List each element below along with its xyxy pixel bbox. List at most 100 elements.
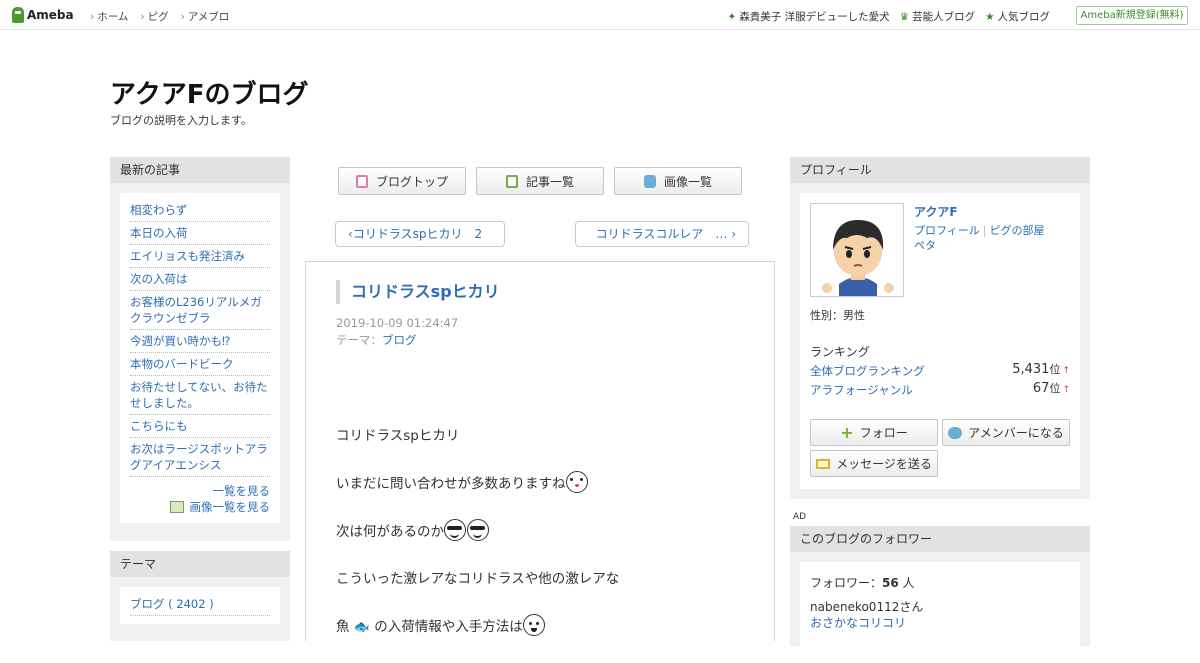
follow-button[interactable]: + フォロー bbox=[810, 419, 938, 446]
article-line: 魚 🐟 の入荷情報や入手方法は bbox=[336, 614, 619, 640]
image-list-label: 画像一覧を見る bbox=[189, 500, 271, 514]
theme-list: ブログ ( 2402 ) bbox=[130, 593, 270, 616]
message-button[interactable]: メッセージを送る bbox=[810, 450, 938, 477]
tab-blog-top-label: ブログトップ bbox=[375, 174, 448, 189]
list-item[interactable]: エイリョスも発注済み bbox=[130, 245, 270, 268]
prev-article-button[interactable]: ‹コリドラスspヒカリ 2 bbox=[335, 221, 505, 247]
header-link-popular-label: 人気ブログ bbox=[997, 11, 1051, 23]
article-list-icon bbox=[505, 174, 518, 188]
rank-overall-link[interactable]: 全体ブログランキング bbox=[810, 364, 925, 378]
article-body: コリドラスspヒカリ いまだに問い合わせが多数ありますね 次は何があるのか こう… bbox=[336, 424, 619, 663]
avatar[interactable] bbox=[810, 203, 904, 297]
rank-row-genre: アラフォージャンル 67位 ↑ bbox=[810, 381, 1070, 398]
list-item[interactable]: お待たせしてない、お待たせしました。 bbox=[130, 376, 270, 415]
followers-box: このブログのフォロワー フォロワー：56 人 nabeneko0112さん おさ… bbox=[790, 526, 1090, 652]
amember-button[interactable]: アメンバーになる bbox=[942, 419, 1070, 446]
next-article-label: コリドラスコルレア … bbox=[595, 227, 728, 241]
header-link-celebrity-label: 芸能人ブログ bbox=[912, 11, 976, 23]
tab-blog-top[interactable]: ブログトップ bbox=[338, 167, 466, 195]
header-link-trending-label: 森貴美子 洋服デビューした愛犬 bbox=[739, 11, 890, 23]
list-item[interactable]: お次はラージスポットアラグアイアエンシス bbox=[130, 438, 270, 477]
blush-emoji-icon bbox=[565, 471, 588, 493]
ameba-logo[interactable]: Ameba bbox=[12, 7, 74, 23]
list-item[interactable]: お客様のL236リアルメガクラウンゼブラ bbox=[130, 291, 270, 330]
logo-text: Ameba bbox=[27, 8, 74, 22]
blog-top-icon bbox=[355, 174, 368, 188]
latest-articles-box: 最新の記事 相変わらず 本日の入荷 エイリョスも発注済み 次の入荷は お客様のL… bbox=[110, 157, 290, 541]
list-item[interactable]: こちらにも bbox=[130, 415, 270, 438]
profile-box: プロフィール アクアF プロフィール | ピグの部屋 ペタ 性別：男性 ランキン… bbox=[790, 157, 1090, 499]
article-theme-link[interactable]: ブログ bbox=[382, 333, 417, 347]
follower-count-value: 56 bbox=[882, 576, 899, 590]
ad-label: AD bbox=[793, 512, 807, 522]
sunglasses-emoji-icon bbox=[444, 519, 466, 541]
nav-ameblo[interactable]: アメブロ bbox=[181, 9, 229, 24]
see-all-link[interactable]: 一覧を見る bbox=[130, 483, 271, 499]
image-list-link[interactable]: 画像一覧を見る bbox=[130, 499, 270, 515]
theme-box: テーマ ブログ ( 2402 ) bbox=[110, 551, 290, 641]
ranking-heading: ランキング bbox=[810, 345, 870, 359]
article-line-text: いまだに問い合わせが多数ありますね bbox=[336, 476, 566, 492]
header-link-celebrity[interactable]: ♛ 芸能人ブログ bbox=[900, 9, 975, 24]
follower-count-unit: 人 bbox=[898, 576, 915, 590]
arrow-up-icon: ↑ bbox=[1062, 385, 1070, 395]
profile-name[interactable]: アクアF bbox=[914, 203, 958, 220]
pig-room-link[interactable]: ピグの部屋 bbox=[990, 224, 1045, 237]
list-item[interactable]: 今週が買い時かも⁉ bbox=[130, 330, 270, 353]
blog-tabs: ブログトップ 記事一覧 画像一覧 bbox=[338, 167, 742, 195]
list-item[interactable]: 次の入荷は bbox=[130, 268, 270, 291]
follower-count-label: フォロワー： bbox=[810, 576, 883, 590]
crown-icon: ♛ bbox=[899, 11, 910, 23]
tab-image-list[interactable]: 画像一覧 bbox=[614, 167, 742, 195]
rank-overall-value: 5,431位 ↑ bbox=[1012, 361, 1070, 377]
list-item[interactable]: 本日の入荷 bbox=[130, 222, 270, 245]
article-line: こういった激レアなコリドラスや他の激レアな bbox=[336, 571, 620, 587]
blog-description: ブログの説明を入力します。 bbox=[110, 114, 252, 127]
header-link-popular[interactable]: ★ 人気ブログ bbox=[985, 9, 1050, 24]
list-item[interactable]: 本物のバードビーク bbox=[130, 353, 270, 376]
tab-article-list[interactable]: 記事一覧 bbox=[476, 167, 604, 195]
article-line-text: 次は何があるのか bbox=[336, 524, 444, 540]
prev-article-label: コリドラスspヒカリ 2 bbox=[352, 227, 483, 241]
next-article-button[interactable]: コリドラスコルレア … › bbox=[575, 221, 749, 247]
article-line: 次は何があるのか bbox=[336, 519, 619, 544]
article-line: いまだに問い合わせが多数ありますね bbox=[336, 471, 619, 496]
header-links: ✦ 森貴美子 洋服デビューした愛犬 ♛ 芸能人ブログ ★ 人気ブログ bbox=[728, 9, 1051, 24]
blog-title[interactable]: アクアFのブログ bbox=[110, 74, 308, 111]
follow-button-label: フォロー bbox=[859, 426, 908, 440]
article: コリドラスspヒカリ 2019-10-09 01:24:47 テーマ：ブログ コ… bbox=[305, 261, 775, 641]
follower-blog-link[interactable]: おさかなコリコリ bbox=[810, 614, 906, 631]
profile-link[interactable]: プロフィール bbox=[914, 224, 980, 237]
rank-overall-unit: 位 bbox=[1049, 363, 1061, 376]
profile-gender: 性別：男性 bbox=[810, 309, 865, 322]
followers-heading: このブログのフォロワー bbox=[790, 526, 1090, 552]
rank-genre-link[interactable]: アラフォージャンル bbox=[810, 383, 913, 397]
profile-heading: プロフィール bbox=[790, 157, 1090, 183]
theme-body: ブログ ( 2402 ) bbox=[120, 587, 280, 624]
peta-link[interactable]: ペタ bbox=[914, 239, 936, 252]
tab-image-list-label: 画像一覧 bbox=[663, 174, 712, 189]
plus-icon: + bbox=[840, 423, 854, 442]
article-theme-label: テーマ： bbox=[336, 333, 382, 347]
tab-article-list-label: 記事一覧 bbox=[525, 174, 574, 189]
theme-item-blog[interactable]: ブログ ( 2402 ) bbox=[130, 593, 270, 616]
star-icon: ★ bbox=[985, 11, 995, 23]
latest-articles-body: 相変わらず 本日の入荷 エイリョスも発注済み 次の入荷は お客様のL236リアル… bbox=[120, 193, 280, 523]
follower-name: nabeneko0112さん bbox=[810, 600, 924, 614]
article-title[interactable]: コリドラスspヒカリ bbox=[336, 280, 500, 304]
nav-home[interactable]: ホーム bbox=[90, 9, 128, 24]
image-list-icon bbox=[169, 501, 184, 513]
fish-icon: 🐟 bbox=[353, 620, 370, 635]
header-link-trending[interactable]: ✦ 森貴美子 洋服デビューした愛犬 bbox=[728, 9, 890, 24]
chat-bubble-icon bbox=[948, 426, 963, 439]
article-line-text: の入荷情報や入手方法は bbox=[374, 619, 523, 635]
register-button[interactable]: Ameba新規登録(無料) bbox=[1076, 6, 1188, 25]
arrow-up-icon: ↑ bbox=[1062, 366, 1070, 376]
nav-pig[interactable]: ピグ bbox=[140, 9, 169, 24]
article-line: コリドラスspヒカリ bbox=[336, 428, 460, 444]
article-theme: テーマ：ブログ bbox=[336, 332, 417, 348]
list-item[interactable]: 相変わらず bbox=[130, 199, 270, 222]
latest-articles-heading: 最新の記事 bbox=[110, 157, 290, 183]
article-date: 2019-10-09 01:24:47 bbox=[336, 316, 459, 330]
theme-heading: テーマ bbox=[110, 551, 290, 577]
